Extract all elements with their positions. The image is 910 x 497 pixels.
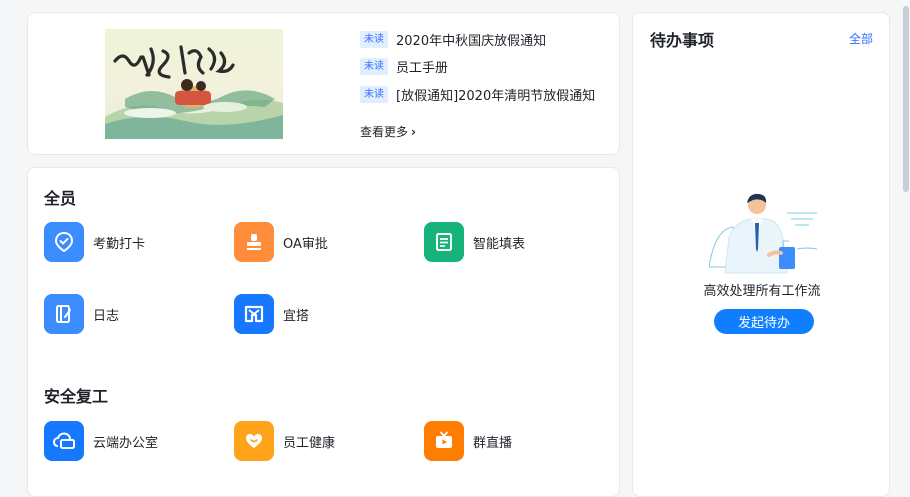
app-cloud-office[interactable]: 云端办公室 <box>44 421 158 461</box>
view-more-label: 查看更多 <box>360 125 409 139</box>
todo-title: 待办事项 <box>650 31 715 50</box>
log-icon <box>44 294 84 334</box>
unread-badge: 未读 <box>360 30 388 48</box>
todo-empty-text: 高效处理所有工作流 <box>703 284 821 299</box>
app-label: 群直播 <box>473 435 513 451</box>
app-yida[interactable]: 宜搭 <box>234 294 309 334</box>
app-employee-health[interactable]: 员工健康 <box>234 421 335 461</box>
create-todo-button[interactable]: 发起待办 <box>714 309 814 334</box>
app-log[interactable]: 日志 <box>44 294 119 334</box>
health-heart-icon <box>234 421 274 461</box>
cloud-office-icon <box>44 421 84 461</box>
app-label: OA审批 <box>283 236 328 252</box>
app-label: 考勤打卡 <box>93 236 146 252</box>
empty-state-illustration <box>708 189 819 279</box>
stamp-icon <box>234 222 274 262</box>
news-item[interactable]: 未读 员工手册 <box>360 56 448 76</box>
apps-card: 全员 考勤打卡 OA审批 智能填表 日志 宜搭 安全复工 云端办公室 员工健康 … <box>27 167 620 497</box>
app-smart-form[interactable]: 智能填表 <box>424 222 525 262</box>
app-label: 智能填表 <box>473 236 526 252</box>
app-label: 日志 <box>93 308 120 324</box>
announcement-card: 未读 2020年中秋国庆放假通知 未读 员工手册 未读 [放假通知]2020年清… <box>27 12 620 155</box>
chevron-right-icon: › <box>411 124 416 139</box>
unread-badge: 未读 <box>360 85 388 103</box>
app-label: 宜搭 <box>283 308 310 324</box>
app-oa-approval[interactable]: OA审批 <box>234 222 328 262</box>
news-item[interactable]: 未读 [放假通知]2020年清明节放假通知 <box>360 84 595 104</box>
section-title-safe-return: 安全复工 <box>44 387 109 406</box>
view-more-link[interactable]: 查看更多 › <box>360 123 416 140</box>
todo-all-link[interactable]: 全部 <box>849 30 873 47</box>
live-tv-icon <box>424 421 464 461</box>
news-item[interactable]: 未读 2020年中秋国庆放假通知 <box>360 29 546 49</box>
app-label: 云端办公室 <box>93 435 159 451</box>
todo-card: 待办事项 全部 高效处理所有工作流 发起待办 <box>632 12 890 497</box>
form-icon <box>424 222 464 262</box>
checkin-pin-icon <box>44 222 84 262</box>
news-title[interactable]: [放假通知]2020年清明节放假通知 <box>396 85 595 104</box>
app-attendance[interactable]: 考勤打卡 <box>44 222 145 262</box>
news-title[interactable]: 2020年中秋国庆放假通知 <box>396 30 546 49</box>
news-title[interactable]: 员工手册 <box>396 57 448 76</box>
scrollbar-thumb[interactable] <box>903 6 909 192</box>
app-group-live[interactable]: 群直播 <box>424 421 512 461</box>
app-label: 员工健康 <box>283 435 336 451</box>
yida-icon <box>234 294 274 334</box>
unread-badge: 未读 <box>360 57 388 75</box>
banner-image[interactable] <box>105 29 283 139</box>
page-scrollbar[interactable] <box>902 0 910 482</box>
section-title-all-staff: 全员 <box>44 189 77 208</box>
